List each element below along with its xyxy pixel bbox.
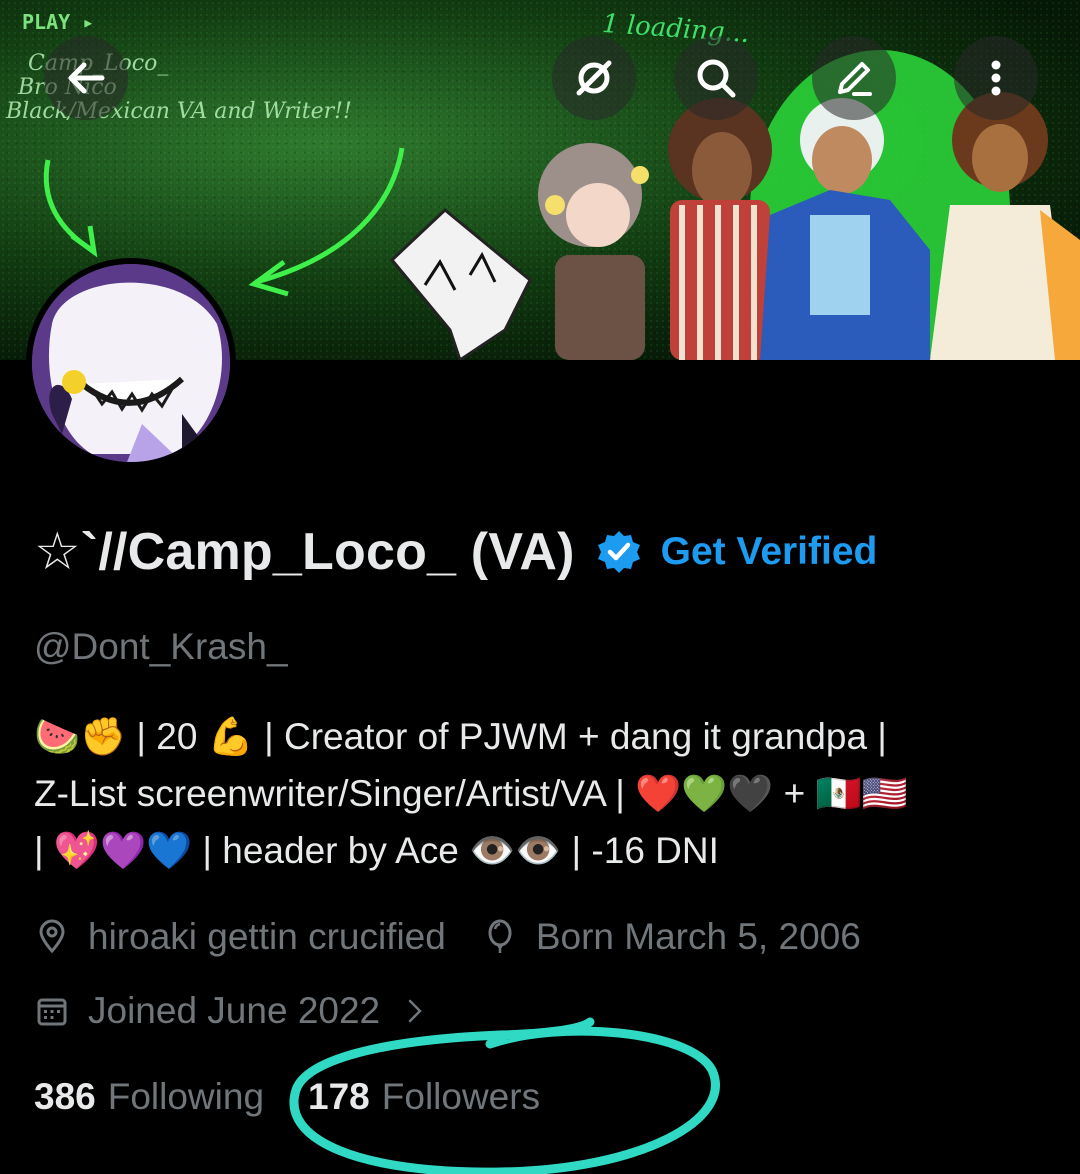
- following-link[interactable]: 386 Following: [34, 1076, 264, 1118]
- edit-button[interactable]: [812, 36, 896, 120]
- location-pin-icon: [39, 919, 65, 954]
- bio-line: 🍉✊ | 20 💪 | Creator of PJWM + dang it gr…: [34, 716, 887, 757]
- back-button[interactable]: [44, 36, 128, 120]
- followers-label: Followers: [381, 1076, 541, 1117]
- joined-item[interactable]: Joined June 2022: [34, 990, 430, 1032]
- birthday-text: Born March 5, 2006: [535, 916, 861, 957]
- following-count: 386: [34, 1076, 96, 1117]
- balloon-icon: [488, 919, 512, 953]
- location-item: hiroaki gettin crucified: [34, 916, 446, 958]
- profile-bio: 🍉✊ | 20 💪 | Creator of PJWM + dang it gr…: [34, 708, 1054, 879]
- grok-icon: [576, 60, 612, 96]
- birthday-item: Born March 5, 2006: [482, 916, 861, 958]
- following-label: Following: [107, 1076, 265, 1117]
- joined-text: Joined June 2022: [88, 990, 381, 1031]
- verified-badge-icon[interactable]: [595, 528, 643, 576]
- profile-meta-row-2[interactable]: Joined June 2022: [34, 990, 430, 1032]
- back-arrow-icon: [68, 62, 105, 94]
- followers-count: 178: [308, 1076, 370, 1117]
- name-row: ☆`//Camp_Loco_ (VA) Get Verified: [34, 522, 877, 582]
- profile-avatar[interactable]: [26, 258, 236, 468]
- follow-stats: 386 Following 178 Followers: [34, 1076, 540, 1118]
- profile-meta-row-1: hiroaki gettin crucified Born March 5, 2…: [34, 916, 861, 958]
- search-icon: [697, 59, 736, 98]
- username-handle: @Dont_Krash_: [34, 626, 288, 667]
- display-name: ☆`//Camp_Loco_ (VA): [34, 523, 575, 581]
- more-vertical-icon: [991, 60, 1001, 96]
- more-options-button[interactable]: [954, 36, 1038, 120]
- location-text: hiroaki gettin crucified: [88, 916, 446, 957]
- grok-button[interactable]: [552, 36, 636, 120]
- get-verified-link[interactable]: Get Verified: [661, 530, 878, 574]
- followers-link[interactable]: 178 Followers: [308, 1076, 540, 1118]
- chevron-right-icon: [408, 999, 422, 1023]
- calendar-icon: [37, 998, 67, 1026]
- bio-line: Z-List screenwriter/Singer/Artist/VA | ❤…: [34, 773, 908, 814]
- avatar-illustration: [32, 264, 230, 462]
- edit-icon: [838, 62, 872, 96]
- search-button[interactable]: [674, 36, 758, 120]
- bio-line: | 💖💜💙 | header by Ace 👁️👁️ | -16 DNI: [34, 830, 719, 871]
